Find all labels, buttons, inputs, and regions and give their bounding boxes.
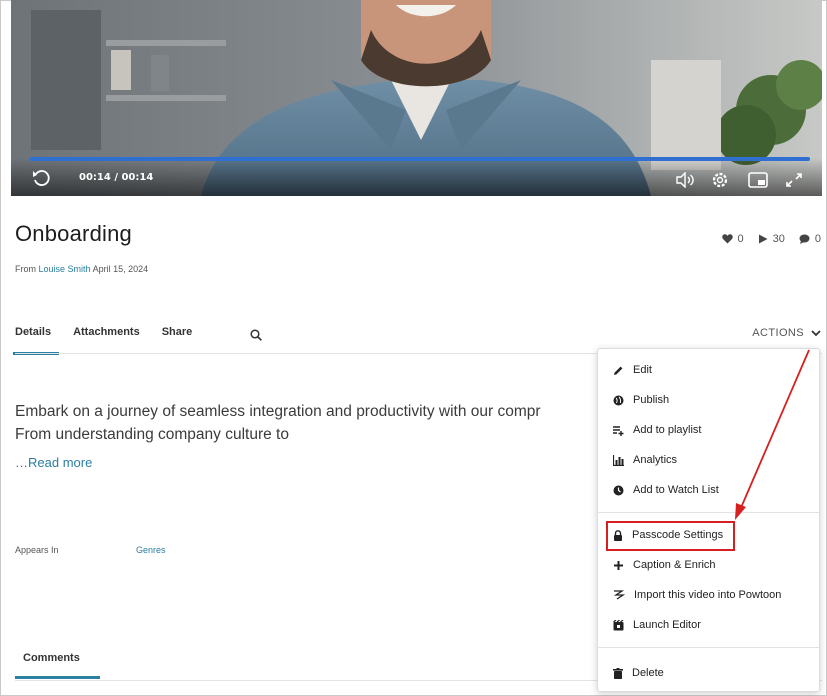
menu-item-caption-enrich[interactable]: Caption & Enrich — [613, 559, 716, 571]
menu-item-label: Edit — [633, 364, 652, 376]
menu-item-label: Add to playlist — [633, 424, 702, 436]
menu-item-label: Publish — [633, 394, 670, 406]
globe-icon — [613, 395, 624, 405]
menu-item-analytics[interactable]: Analytics — [613, 454, 677, 466]
tab-share[interactable]: Share — [162, 326, 193, 347]
menu-item-delete[interactable]: Delete — [613, 667, 664, 679]
comments-tab-underline — [15, 676, 100, 679]
progress-track[interactable] — [29, 157, 810, 161]
description-line-2: From understanding company culture to — [15, 426, 289, 443]
actions-label: ACTIONS — [752, 327, 804, 339]
plays-stat: 30 — [758, 233, 785, 245]
menu-item-label: Caption & Enrich — [633, 559, 716, 571]
menu-item-passcode-settings[interactable]: Passcode Settings — [613, 529, 723, 541]
read-more-link[interactable]: …Read more — [15, 455, 92, 470]
tab-details[interactable]: Details — [12, 326, 60, 355]
clock-icon — [613, 485, 624, 495]
trash-icon — [613, 667, 623, 679]
menu-item-add-to-watch-list[interactable]: Add to Watch List — [613, 484, 719, 496]
plus-icon — [614, 560, 623, 570]
menu-item-launch-editor[interactable]: Launch Editor — [613, 619, 701, 631]
appears-in-genres-link[interactable]: Genres — [136, 545, 166, 555]
time-display: 00:14 / 00:14 — [79, 172, 154, 183]
heart-icon — [721, 234, 733, 244]
video-title: Onboarding — [15, 221, 132, 246]
play-icon — [758, 234, 768, 244]
tab-attachments[interactable]: Attachments — [73, 326, 140, 347]
bar-chart-icon — [613, 454, 624, 466]
tab-comments[interactable]: Comments — [23, 652, 80, 664]
video-stats: 0 30 0 — [721, 233, 821, 245]
menu-item-add-to-playlist[interactable]: Add to playlist — [613, 424, 701, 436]
likes-stat[interactable]: 0 — [721, 233, 744, 245]
author-line: From Louise Smith April 15, 2024 — [15, 264, 148, 274]
from-prefix: From — [15, 264, 36, 274]
playlist-add-icon — [613, 425, 624, 436]
plays-count: 30 — [772, 233, 785, 245]
film-editor-icon — [613, 619, 624, 630]
appears-in-label: Appears In — [15, 545, 59, 555]
author-link[interactable]: Louise Smith — [39, 264, 91, 274]
actions-dropdown-toggle[interactable]: ACTIONS — [752, 327, 821, 339]
volume-icon[interactable] — [675, 172, 695, 188]
publish-date: April 15, 2024 — [92, 264, 149, 274]
description-line-1: Embark on a journey of seamless integrat… — [15, 403, 541, 420]
menu-item-label: Import this video into Powtoon — [634, 589, 782, 601]
menu-divider — [598, 647, 819, 648]
replay-icon[interactable] — [31, 168, 51, 188]
likes-count: 0 — [737, 233, 744, 245]
menu-item-label: Delete — [632, 667, 664, 679]
search-icon[interactable] — [250, 329, 262, 341]
menu-item-publish[interactable]: Publish — [613, 394, 669, 406]
menu-item-label: Passcode Settings — [632, 529, 724, 541]
pencil-icon — [614, 366, 623, 375]
fullscreen-icon[interactable] — [785, 172, 803, 188]
settings-gear-icon[interactable] — [710, 170, 730, 190]
picture-in-picture-icon[interactable] — [748, 172, 768, 188]
menu-item-import-powtoon[interactable]: Import this video into Powtoon — [613, 589, 781, 601]
video-description: Embark on a journey of seamless integrat… — [15, 400, 600, 446]
video-player[interactable]: 00:14 / 00:14 — [11, 0, 822, 196]
comments-count: 0 — [814, 233, 821, 245]
tab-bar: Details Attachments Share — [12, 326, 193, 355]
progress-fill — [29, 157, 810, 161]
powtoon-icon — [613, 590, 625, 600]
menu-divider — [598, 512, 819, 513]
comment-bubble-icon — [799, 234, 810, 244]
menu-item-label: Launch Editor — [633, 619, 701, 631]
menu-item-edit[interactable]: Edit — [613, 364, 652, 376]
menu-item-label: Add to Watch List — [633, 484, 719, 496]
chevron-down-icon — [811, 329, 821, 336]
lock-icon — [614, 529, 622, 541]
menu-item-label: Analytics — [633, 454, 678, 466]
comments-stat[interactable]: 0 — [799, 233, 821, 245]
actions-menu: Edit Publish Add to playlist Analytics A… — [597, 348, 820, 692]
